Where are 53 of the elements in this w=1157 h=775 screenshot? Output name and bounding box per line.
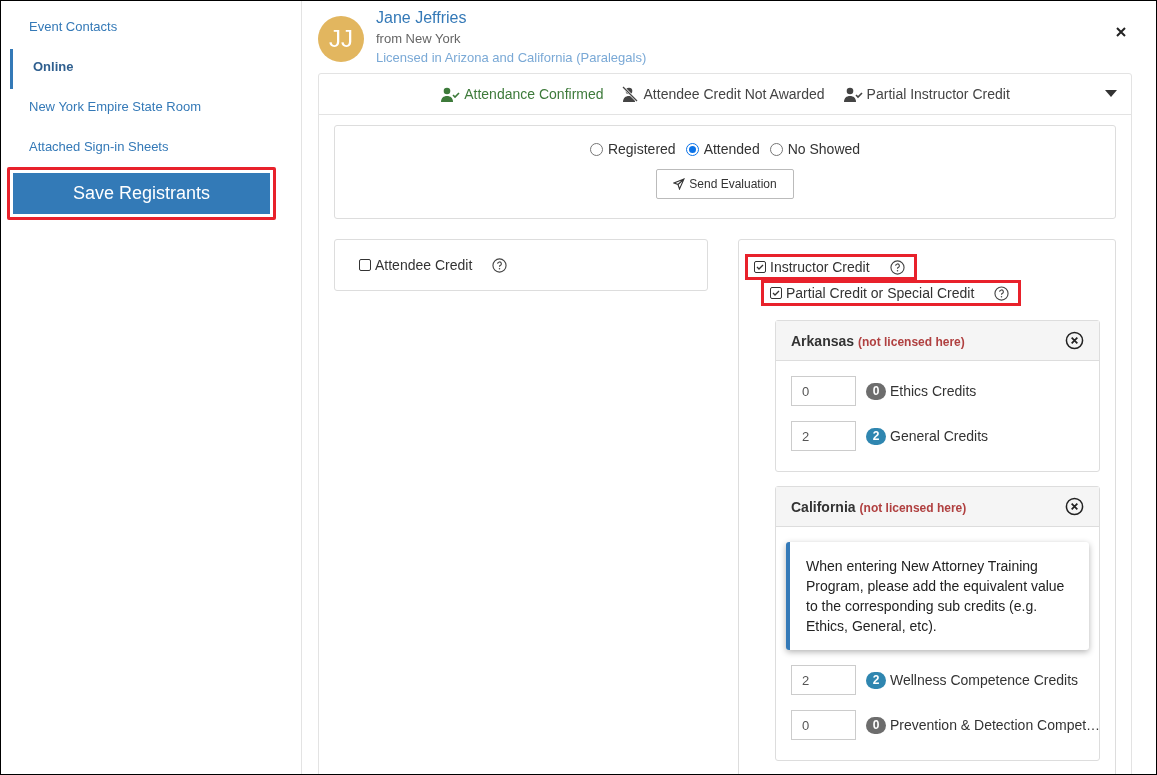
status-text: Attendee Credit Not Awarded xyxy=(643,86,825,102)
attendance-radio[interactable]: Attended xyxy=(685,141,760,157)
remove-icon[interactable] xyxy=(1065,331,1084,350)
help-icon[interactable] xyxy=(994,285,1010,301)
credit-label: Wellness Competence Credits xyxy=(890,672,1079,688)
radio-label: Attended xyxy=(703,141,760,157)
user-slash-icon xyxy=(621,86,640,102)
user-check-icon xyxy=(440,86,461,102)
sidebar-item[interactable]: New York Empire State Room xyxy=(1,89,301,129)
license-note: (not licensed here) xyxy=(858,334,965,349)
send-icon xyxy=(673,178,686,190)
license-info: Licensed in Arizona and California (Paralegals) xyxy=(376,50,648,65)
checkbox[interactable] xyxy=(359,259,371,271)
save-button[interactable]: Save Registrants xyxy=(13,173,270,214)
attendance-radio[interactable]: Registered xyxy=(589,141,676,157)
status-text: Attendance Confirmed xyxy=(464,86,604,102)
notice-callout: When entering New Attorney Training Program, please add the equivalent value to the corresponding sub credits (e.g. Ethics, General, etc). xyxy=(786,542,1089,650)
checkbox-label: Attendee Credit xyxy=(375,257,473,273)
registrant-name: Jane Jeffries xyxy=(376,9,468,27)
credit-badge: 0 xyxy=(866,716,886,734)
status-text: Partial Instructor Credit xyxy=(866,86,1010,102)
send-evaluation-button[interactable]: Send Evaluation xyxy=(656,169,794,199)
close-button[interactable] xyxy=(1114,25,1128,39)
checkbox[interactable] xyxy=(754,261,766,273)
credit-label: Prevention & Detection Compet… xyxy=(890,717,1101,733)
credit-label: General Credits xyxy=(890,428,989,444)
sidebar-item[interactable]: Event Contacts xyxy=(1,9,301,49)
registrant-location: from New York xyxy=(376,31,462,46)
license-note: (not licensed here) xyxy=(859,500,967,515)
credit-badge: 2 xyxy=(866,427,886,445)
credit-input[interactable]: 2 xyxy=(791,665,856,695)
sidebar-item[interactable]: Online xyxy=(10,49,301,89)
radio-label: No Showed xyxy=(787,141,861,157)
state-name: California xyxy=(791,498,856,515)
credit-badge: 2 xyxy=(866,671,886,689)
checkbox-label: Instructor Credit xyxy=(770,259,870,275)
radio-label: Registered xyxy=(607,141,676,157)
caret-icon[interactable] xyxy=(1105,90,1117,98)
credit-input[interactable]: 2 xyxy=(791,421,856,451)
help-icon[interactable] xyxy=(889,259,905,275)
checkbox-label: Partial Credit or Special Credit xyxy=(786,285,975,301)
avatar: JJ xyxy=(318,16,364,62)
help-icon[interactable] xyxy=(492,257,508,273)
credit-label: Ethics Credits xyxy=(890,383,977,399)
credit-input[interactable]: 0 xyxy=(791,710,856,740)
credit-badge: 0 xyxy=(866,382,886,400)
user-check-icon xyxy=(842,86,863,102)
state-name: Arkansas xyxy=(791,332,855,349)
attendance-radio[interactable]: No Showed xyxy=(769,141,861,157)
sidebar-item[interactable]: Attached Sign-in Sheets xyxy=(1,129,301,169)
credit-input[interactable]: 0 xyxy=(791,376,856,406)
checkbox[interactable] xyxy=(770,287,782,299)
remove-icon[interactable] xyxy=(1065,497,1084,516)
